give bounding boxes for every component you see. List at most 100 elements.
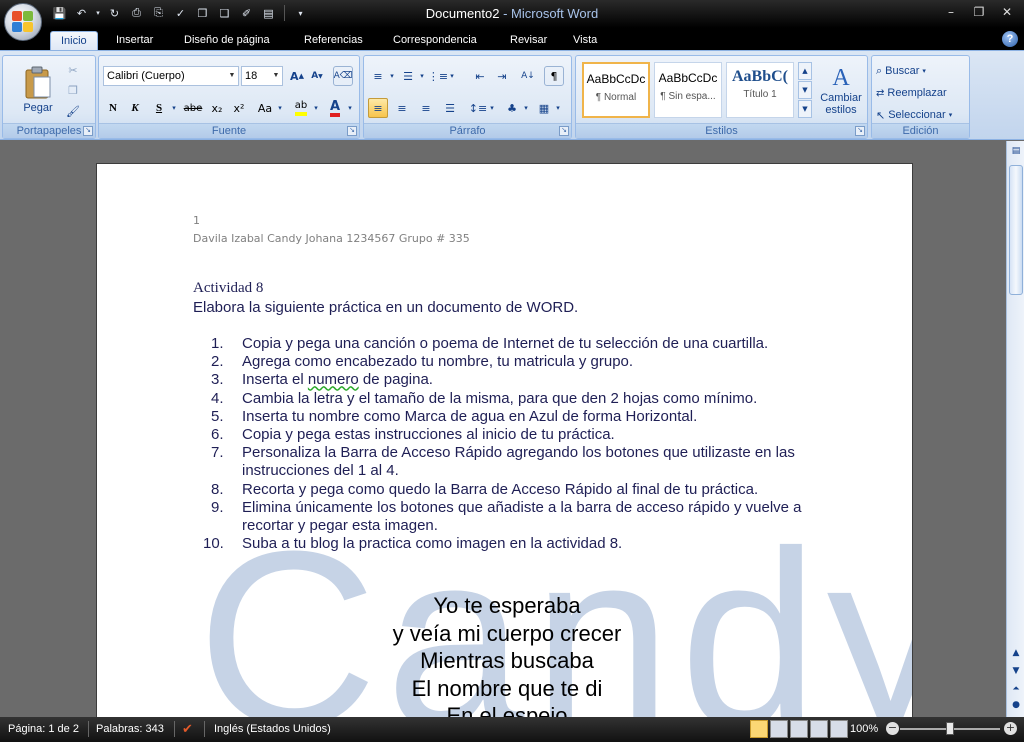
line-spacing-dropdown-icon[interactable]: ▾ [488, 98, 496, 118]
styles-scroll-down-icon[interactable]: ▼ [798, 81, 812, 99]
shrink-font-icon[interactable]: A ▼ [307, 66, 327, 86]
proofing-icon[interactable]: ✔ [182, 721, 193, 737]
group-label-styles: Estilos [576, 123, 867, 138]
align-left-icon[interactable]: ≡ [368, 98, 388, 118]
vertical-scrollbar[interactable]: ▤ ▲ ▼ ⏶ ● [1006, 141, 1024, 717]
scroll-down-icon[interactable]: ▼ [1008, 663, 1024, 679]
ruler-toggle-icon[interactable]: ▤ [1008, 143, 1024, 159]
subscript-button[interactable]: x₂ [207, 98, 227, 118]
change-styles-button[interactable]: A Cambiar estilos [816, 58, 866, 122]
styles-launcher-icon[interactable]: ↘ [855, 126, 865, 136]
change-case-dropdown-icon[interactable]: ▾ [275, 98, 285, 118]
scroll-up-icon[interactable]: ▲ [1008, 645, 1024, 661]
clipboard-launcher-icon[interactable]: ↘ [83, 126, 93, 136]
clear-format-icon[interactable]: A⌫ [333, 66, 353, 86]
sort-icon[interactable]: A↓ [518, 66, 538, 86]
shading-dropdown-icon[interactable]: ▾ [522, 98, 530, 118]
tab-correspondencia[interactable]: Correspondencia [383, 31, 487, 50]
zoom-out-icon[interactable]: − [886, 722, 899, 735]
office-button[interactable] [4, 3, 42, 41]
spelling-error-word[interactable]: numero [308, 371, 359, 388]
tab-diseno-pagina[interactable]: Diseño de página [174, 31, 280, 50]
find-button[interactable]: ⌕ Buscar ▾ [876, 62, 926, 80]
word-count-status[interactable]: Palabras: 343 [96, 721, 164, 737]
list-item: 9. Elimina únicamente los botones que aña… [211, 499, 815, 535]
replace-button[interactable]: ⇄ Reemplazar [876, 84, 947, 102]
style-sin-espaciado[interactable]: AaBbCcDc ¶ Sin espa... [654, 62, 722, 118]
tab-inicio[interactable]: Inicio [50, 31, 98, 50]
list-item: 7. Personaliza la Barra de Acceso Rápido … [211, 444, 815, 480]
list-text: Copia y pega una canción o poema de Inte… [242, 335, 769, 352]
zoom-level[interactable]: 100% [850, 721, 878, 737]
grow-font-icon[interactable]: A ▲ [287, 66, 307, 86]
web-layout-view-icon[interactable] [790, 720, 808, 738]
zoom-in-icon[interactable]: + [1004, 722, 1017, 735]
align-center-icon[interactable]: ≡ [392, 98, 412, 118]
highlight-dropdown-icon[interactable]: ▾ [311, 98, 321, 118]
numbering-dropdown-icon[interactable]: ▾ [418, 66, 426, 86]
numbering-icon[interactable]: ☰ [398, 66, 418, 86]
tab-referencias[interactable]: Referencias [294, 31, 373, 50]
show-formatting-icon[interactable]: ¶ [544, 66, 564, 86]
copy-icon[interactable]: ❐ [63, 80, 83, 100]
shading-icon[interactable]: ♣ [502, 98, 522, 118]
minimize-icon[interactable]: – [938, 3, 964, 21]
highlighter-icon: ab [294, 100, 308, 116]
italic-button[interactable]: K [125, 98, 145, 118]
outline-view-icon[interactable] [810, 720, 828, 738]
page-count-status[interactable]: Página: 1 de 2 [8, 721, 79, 737]
select-button[interactable]: ↖ Seleccionar ▾ [876, 106, 952, 124]
borders-icon[interactable]: ▦ [534, 98, 554, 118]
multilevel-list-icon[interactable]: ⋮≡ [428, 66, 448, 86]
strikethrough-button[interactable]: abe [183, 98, 203, 118]
restore-icon[interactable]: ❐ [966, 3, 992, 21]
full-screen-reading-view-icon[interactable] [770, 720, 788, 738]
bullets-icon[interactable]: ≡ [368, 66, 388, 86]
format-painter-brush-icon[interactable]: 🖌 [63, 101, 83, 121]
previous-page-icon[interactable]: ⏶ [1008, 681, 1024, 697]
close-icon[interactable]: ✕ [994, 3, 1020, 21]
font-color-dropdown-icon[interactable]: ▾ [345, 98, 355, 118]
list-text: Recorta y pega como quedo la Barra de Ac… [242, 480, 759, 498]
borders-dropdown-icon[interactable]: ▾ [554, 98, 562, 118]
paragraph-launcher-icon[interactable]: ↘ [559, 126, 569, 136]
document-area[interactable]: Candy 1 Davila Izabal Candy Johana 12345… [0, 141, 1006, 717]
highlight-button[interactable]: ab [291, 98, 311, 118]
print-layout-view-icon[interactable] [750, 720, 768, 738]
align-right-icon[interactable]: ≡ [416, 98, 436, 118]
help-icon[interactable]: ? [1002, 31, 1018, 47]
underline-dropdown-icon[interactable]: ▾ [169, 98, 179, 118]
font-launcher-icon[interactable]: ↘ [347, 126, 357, 136]
scrollbar-thumb[interactable] [1009, 165, 1023, 295]
draft-view-icon[interactable] [830, 720, 848, 738]
font-size-combo[interactable]: 18 ▼ [241, 66, 283, 86]
styles-scroll-up-icon[interactable]: ▲ [798, 62, 812, 80]
style-titulo-1[interactable]: AaBbC( Título 1 [726, 62, 794, 118]
font-name-combo[interactable]: Calibri (Cuerpo) ▼ [103, 66, 239, 86]
style-normal[interactable]: AaBbCcDc ¶ Normal [582, 62, 650, 118]
line-spacing-icon[interactable]: ↕≡ [468, 98, 488, 118]
bold-button[interactable]: N [103, 98, 123, 118]
select-browse-object-icon[interactable]: ● [1008, 697, 1024, 713]
tab-vista[interactable]: Vista [563, 31, 607, 50]
styles-more-icon[interactable]: ▼ [798, 100, 812, 118]
font-name-dropdown-icon[interactable]: ▼ [226, 67, 238, 85]
decrease-indent-icon[interactable]: ⇤ [470, 66, 490, 86]
bullets-dropdown-icon[interactable]: ▾ [388, 66, 396, 86]
justify-icon[interactable]: ☰ [440, 98, 460, 118]
office-logo-icon [12, 11, 34, 33]
multilevel-dropdown-icon[interactable]: ▾ [448, 66, 456, 86]
superscript-button[interactable]: x² [229, 98, 249, 118]
change-case-button[interactable]: Aa [255, 98, 275, 118]
tab-insertar[interactable]: Insertar [106, 31, 163, 50]
paste-button[interactable]: Pegar [17, 60, 59, 120]
document-page[interactable]: Candy 1 Davila Izabal Candy Johana 12345… [96, 163, 913, 717]
underline-button[interactable]: S [149, 98, 169, 118]
tab-revisar[interactable]: Revisar [500, 31, 557, 50]
zoom-slider-thumb[interactable] [946, 722, 954, 735]
increase-indent-icon[interactable]: ⇥ [492, 66, 512, 86]
cut-icon[interactable]: ✂ [63, 60, 83, 80]
font-color-button[interactable]: A [325, 98, 345, 118]
language-status[interactable]: Inglés (Estados Unidos) [214, 721, 331, 737]
font-size-dropdown-icon[interactable]: ▼ [270, 67, 282, 85]
